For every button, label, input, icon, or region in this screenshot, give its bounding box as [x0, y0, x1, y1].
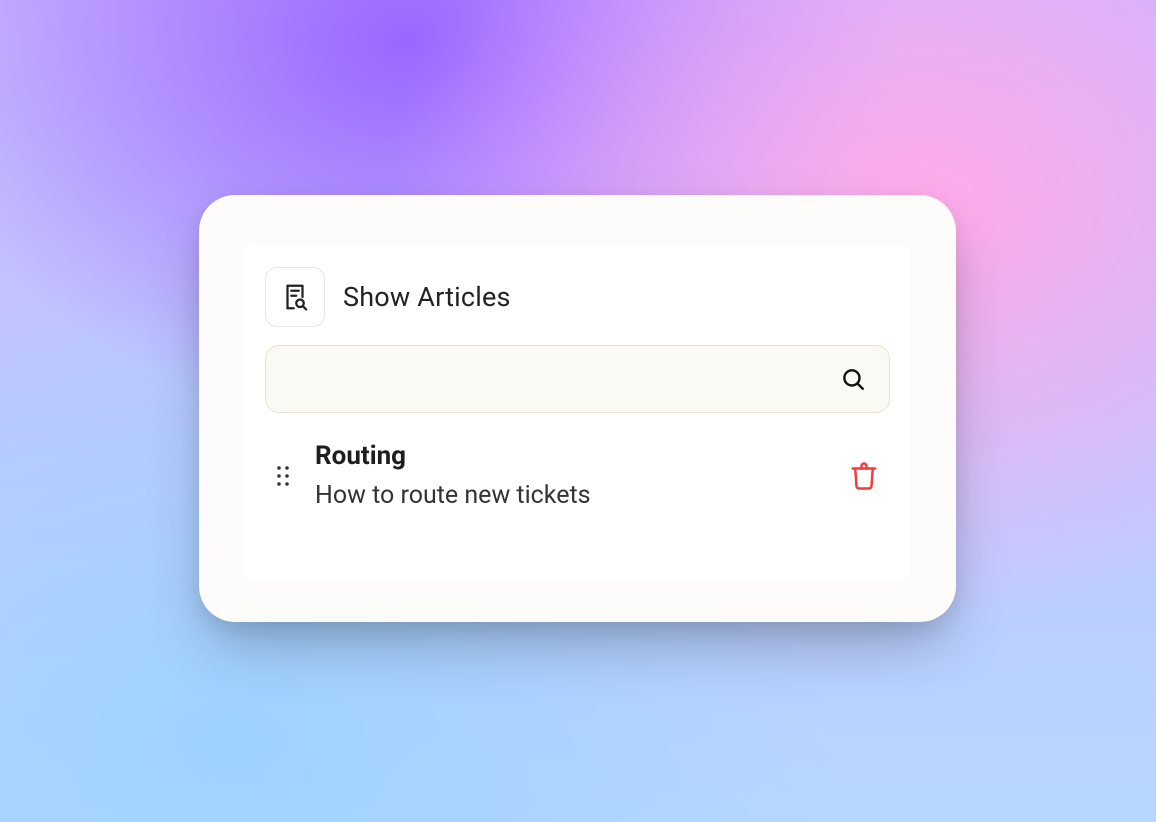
search-box[interactable]: [265, 345, 890, 413]
delete-button[interactable]: [842, 454, 886, 498]
list-item-title: Routing: [315, 441, 842, 471]
search-row: [245, 335, 910, 413]
show-articles-panel: Show Articles: [245, 245, 910, 580]
list-item-subtitle: How to route new tickets: [315, 481, 842, 510]
panel-header: Show Articles: [245, 245, 910, 335]
show-articles-card: Show Articles: [199, 195, 956, 622]
drag-handle-icon[interactable]: [269, 463, 297, 489]
article-search-icon: [265, 267, 325, 327]
list-item: Routing How to route new tickets: [257, 431, 898, 520]
search-input[interactable]: [266, 346, 889, 412]
trash-icon: [849, 461, 879, 491]
search-icon[interactable]: [837, 363, 869, 395]
article-list: Routing How to route new tickets: [245, 413, 910, 520]
panel-title: Show Articles: [343, 281, 511, 313]
list-item-body: Routing How to route new tickets: [297, 441, 842, 510]
